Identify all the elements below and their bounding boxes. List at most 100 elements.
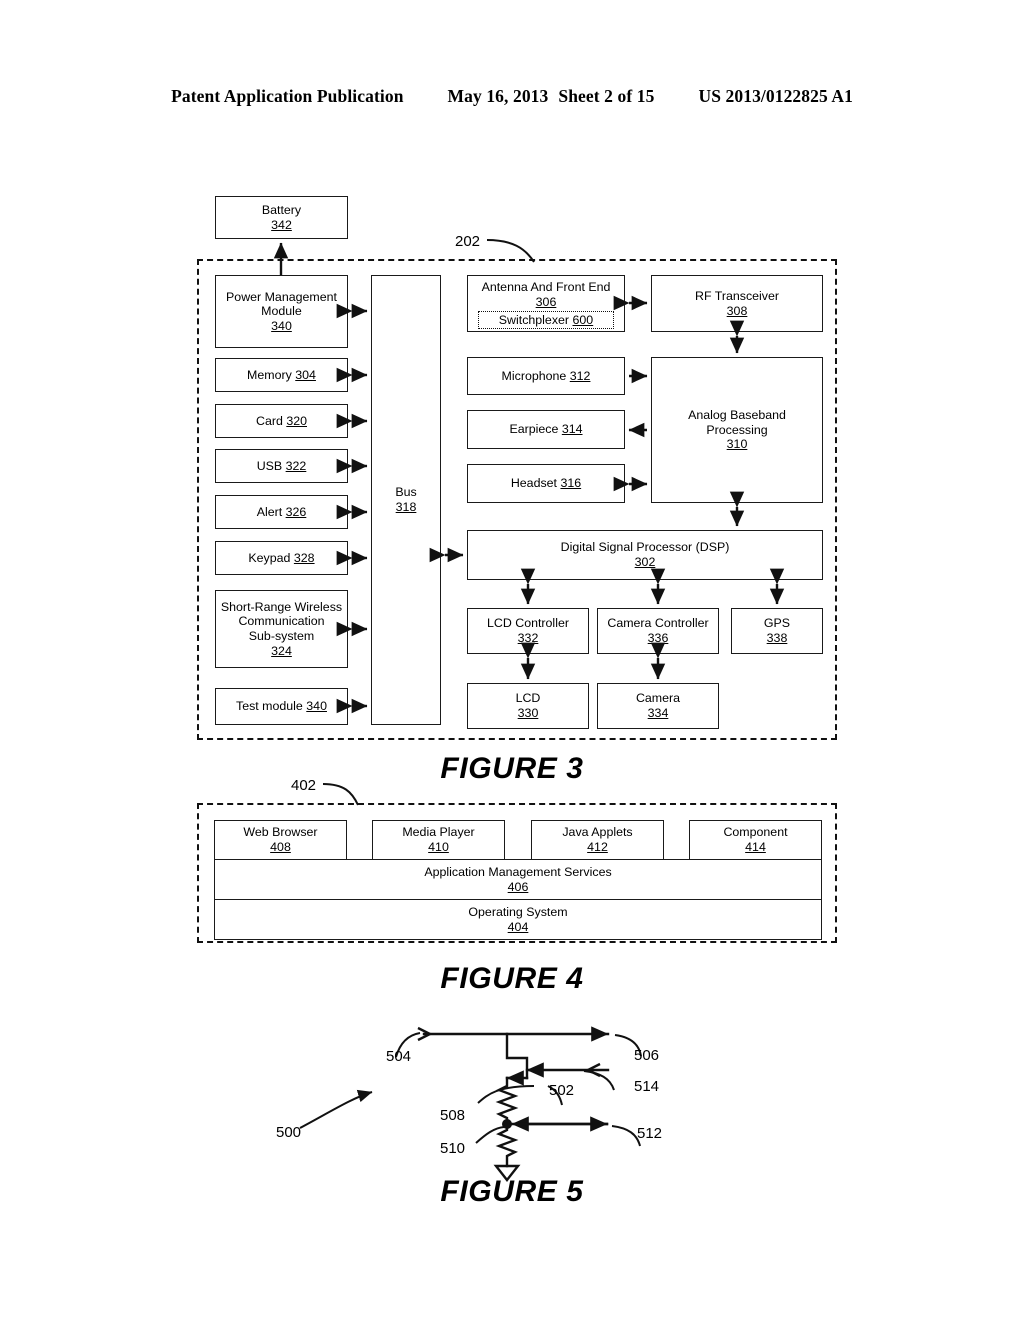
camctrl-title: Camera Controller — [607, 616, 709, 631]
card-ref: 320 — [286, 413, 307, 428]
component-title: Component — [723, 825, 788, 840]
block-analog-baseband-processing: Analog Baseband Processing 310 — [651, 357, 823, 503]
keypad-line: Keypad 328 — [248, 551, 314, 566]
battery-title: Battery — [261, 202, 302, 217]
block-switchplexer: Switchplexer 600 — [478, 311, 614, 329]
switchplexer-line: Switchplexer 600 — [499, 313, 593, 327]
lcd-title: LCD — [515, 691, 541, 706]
block-bus: Bus 318 — [371, 275, 441, 725]
block-dsp: Digital Signal Processor (DSP) 302 — [467, 530, 823, 580]
alert-title: Alert — [256, 504, 283, 519]
block-power-management-module: Power Management Module 340 — [215, 275, 348, 348]
header-publication: Patent Application Publication — [171, 86, 404, 106]
earpiece-title: Earpiece — [509, 422, 559, 437]
usb-line: USB 322 — [257, 459, 307, 474]
rf-title: RF Transceiver — [695, 288, 779, 303]
header-date: May 16, 2013 — [447, 86, 549, 106]
alert-line: Alert 326 — [257, 505, 307, 520]
antenna-ref: 306 — [535, 294, 557, 309]
header-docnum: US 2013/0122825 A1 — [698, 86, 853, 106]
junction-dot — [502, 1119, 512, 1129]
block-lcd-controller: LCD Controller 332 — [467, 608, 589, 654]
block-java-applets: Java Applets 412 — [531, 820, 664, 860]
lcdctrl-title: LCD Controller — [487, 616, 569, 631]
headset-line: Headset 316 — [511, 476, 581, 491]
card-title: Card — [256, 413, 283, 428]
ref-504: 504 — [386, 1048, 412, 1065]
leader-510 — [475, 1126, 505, 1144]
mediaplayer-title: Media Player — [402, 825, 475, 840]
dsp-title: Digital Signal Processor (DSP) — [560, 540, 730, 555]
page-header: Patent Application Publication May 16, 20… — [0, 86, 1024, 107]
ref-202: 202 — [455, 233, 481, 250]
antenna-title: Antenna And Front End — [481, 280, 611, 294]
block-rf-transceiver: RF Transceiver 308 — [651, 275, 823, 332]
ref-402: 402 — [291, 777, 317, 794]
webbrowser-title: Web Browser — [243, 825, 318, 840]
abp-title-2: Processing — [706, 422, 768, 437]
block-memory: Memory 304 — [215, 358, 348, 392]
abp-ref: 310 — [726, 437, 748, 452]
arrowhead-504-open — [417, 1026, 433, 1042]
block-keypad: Keypad 328 — [215, 541, 348, 575]
pmm-title-1: Power Management — [226, 289, 337, 304]
os-title: Operating System — [468, 904, 568, 919]
component-ref: 414 — [745, 840, 766, 854]
block-card: Card 320 — [215, 404, 348, 438]
lcd-ref: 330 — [517, 706, 539, 720]
mic-ref: 312 — [569, 368, 591, 383]
alert-ref: 326 — [285, 504, 307, 519]
keypad-title: Keypad — [248, 550, 291, 565]
block-camera-controller: Camera Controller 336 — [597, 608, 719, 654]
ams-title: Application Management Services — [424, 864, 612, 879]
srw-ref: 324 — [271, 643, 292, 658]
block-component: Component 414 — [689, 820, 822, 860]
mic-title: Microphone — [501, 368, 567, 383]
camera-ref: 334 — [647, 706, 669, 720]
srw-title-2: Communication — [238, 614, 325, 629]
srw-title-1: Short-Range Wireless — [220, 599, 343, 614]
block-gps: GPS 338 — [731, 608, 823, 654]
mic-line: Microphone 312 — [502, 369, 591, 384]
test-ref: 340 — [306, 699, 327, 714]
rf-ref: 308 — [726, 303, 748, 318]
step-connector — [505, 1032, 529, 1080]
memory-line: Memory 304 — [247, 368, 316, 383]
block-lcd: LCD 330 — [467, 683, 589, 729]
test-line: Test module 340 — [236, 699, 327, 714]
ref-508: 508 — [440, 1107, 466, 1124]
figure3-caption: FIGURE 3 — [440, 752, 584, 785]
mediaplayer-ref: 410 — [428, 840, 449, 854]
block-earpiece: Earpiece 314 — [467, 410, 625, 449]
earpiece-ref: 314 — [561, 422, 583, 437]
resistor-508 — [495, 1076, 519, 1126]
switchplexer-title: Switchplexer — [498, 313, 570, 327]
ref-502: 502 — [549, 1082, 575, 1099]
camctrl-ref: 336 — [647, 631, 669, 645]
abp-title-1: Analog Baseband — [688, 408, 786, 423]
pmm-title-2: Module — [261, 304, 302, 319]
webbrowser-ref: 408 — [270, 840, 291, 854]
block-headset: Headset 316 — [467, 464, 625, 503]
block-web-browser: Web Browser 408 — [214, 820, 347, 860]
earpiece-line: Earpiece 314 — [509, 422, 582, 437]
arrowhead-514-open — [585, 1062, 601, 1078]
block-microphone: Microphone 312 — [467, 357, 625, 395]
resistor-510 — [495, 1122, 519, 1168]
figure4-caption: FIGURE 4 — [440, 962, 584, 995]
header-sheet: Sheet 2 of 15 — [558, 86, 655, 106]
memory-ref: 304 — [295, 367, 316, 382]
gps-title: GPS — [763, 616, 791, 631]
usb-ref: 322 — [285, 458, 307, 473]
os-ref: 404 — [507, 919, 529, 934]
ref-514: 514 — [634, 1078, 660, 1095]
switchplexer-ref: 600 — [572, 313, 594, 327]
figure5-caption: FIGURE 5 — [440, 1175, 584, 1208]
javaapplets-ref: 412 — [587, 840, 608, 854]
keypad-ref: 328 — [293, 550, 315, 565]
ref-510: 510 — [440, 1140, 466, 1157]
usb-title: USB — [256, 458, 283, 473]
test-title: Test module — [236, 699, 303, 714]
ref-506: 506 — [634, 1047, 660, 1064]
leader-512 — [611, 1125, 641, 1147]
